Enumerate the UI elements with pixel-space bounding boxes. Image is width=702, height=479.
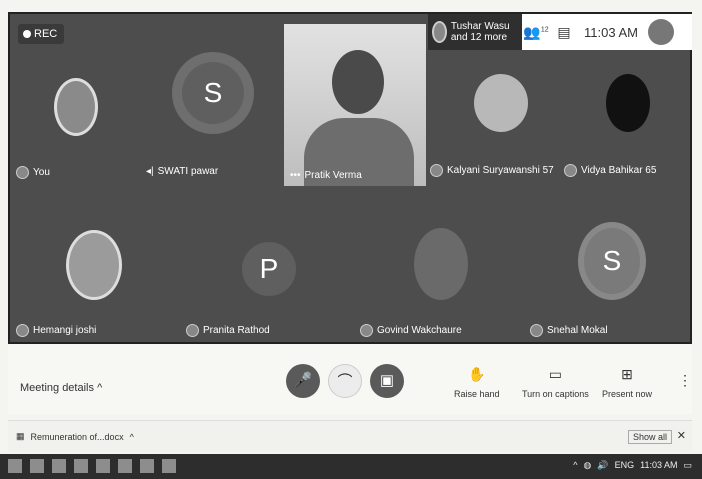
rec-label: REC [34, 28, 58, 40]
participant-photo [54, 78, 98, 136]
account-avatar[interactable] [648, 19, 674, 45]
participant-avatar-icon [432, 21, 447, 43]
phone-icon: ⌒ [337, 373, 353, 390]
download-item[interactable]: ▦ Remuneration of...docx ^ [16, 431, 134, 442]
participant-name: Pranita Rathod [186, 324, 270, 337]
mic-toggle-button[interactable]: 🎤 [286, 364, 320, 398]
mic-off-icon: 🎤 [293, 372, 313, 389]
raise-hand-button[interactable]: ✋ Raise hand [454, 366, 500, 399]
mic-icon [16, 166, 29, 179]
search-icon[interactable] [30, 459, 44, 473]
participants-pill[interactable]: Tushar Wasu and 12 more [428, 14, 522, 50]
volume-icon[interactable]: 🔊 [597, 460, 608, 471]
system-tray: ^ ◍ 🔊 ENG 11:03 AM ▭ [573, 460, 692, 471]
file-explorer-icon[interactable] [74, 459, 88, 473]
windows-taskbar: ^ ◍ 🔊 ENG 11:03 AM ▭ [0, 454, 702, 479]
audio-level-icon: ••• [290, 170, 301, 181]
mic-icon [16, 324, 29, 337]
more-vert-icon: ⋮ [678, 372, 692, 388]
participant-name: Snehal Mokal [530, 324, 608, 337]
participant-name: Hemangi joshi [16, 324, 96, 337]
audio-level-icon: ◂| [146, 166, 154, 177]
raise-hand-label: Raise hand [454, 389, 500, 399]
participant-name-label: SWATI pawar [157, 166, 219, 177]
app-icon[interactable] [140, 459, 154, 473]
participant-name-label: You [33, 167, 50, 178]
meeting-controls: Meeting details ^ 🎤 ⌒ ▣ ✋ Raise hand ▭ T… [8, 344, 692, 414]
participant-name: Kalyani Suryawanshi 57 [430, 164, 554, 177]
meeting-details-label: Meeting details [20, 382, 94, 394]
participants-pill-label: Tushar Wasu and 12 more [450, 21, 510, 43]
windows-start-icon[interactable] [8, 459, 22, 473]
video-person-head [332, 50, 384, 114]
hand-icon: ✋ [468, 366, 486, 382]
taskbar-clock[interactable]: 11:03 AM [640, 460, 677, 471]
video-tile: ••• Pratik Verma [284, 24, 426, 186]
meeting-time: 11:03 AM [584, 24, 638, 40]
close-downloads-icon[interactable]: ✕ [677, 429, 686, 442]
task-view-icon[interactable] [52, 459, 66, 473]
notifications-icon[interactable]: ▭ [683, 460, 692, 471]
meet-grid: REC Tushar Wasu and 12 more 👥12 ▤ 11:03 … [8, 12, 692, 344]
network-icon[interactable]: ◍ [584, 460, 592, 471]
record-dot-icon [23, 30, 31, 38]
participant-name: ◂| SWATI pawar [146, 166, 218, 177]
chrome-icon[interactable] [118, 459, 132, 473]
mail-icon[interactable] [96, 459, 110, 473]
recording-indicator: REC [18, 24, 64, 44]
participant-name-label: Govind Wakchaure [377, 325, 462, 336]
more-options-button[interactable]: ⋮ [678, 372, 692, 389]
participant-photo [414, 228, 468, 300]
participant-name: You [16, 166, 50, 179]
participant-letter-avatar: S [182, 62, 244, 124]
people-button[interactable]: 👥12 [522, 24, 550, 41]
present-button[interactable]: ⊞ Present now [602, 366, 652, 399]
participant-photo [606, 74, 650, 132]
participant-name: ••• Pratik Verma [290, 170, 362, 181]
mic-icon [360, 324, 373, 337]
people-count: 12 [540, 25, 549, 33]
participant-photo [66, 230, 122, 300]
taskbar-apps [8, 459, 176, 473]
participant-name-label: Pranita Rathod [203, 325, 270, 336]
top-bar: Tushar Wasu and 12 more 👥12 ▤ 11:03 AM [428, 14, 692, 50]
show-all-button[interactable]: Show all [627, 430, 672, 444]
camera-off-icon: ▣ [379, 372, 395, 389]
download-file-label: Remuneration of...docx [30, 431, 124, 442]
participant-photo [474, 74, 528, 132]
present-icon: ⊞ [621, 366, 633, 382]
participant-name: Govind Wakchaure [360, 324, 462, 337]
doc-icon: ▦ [16, 431, 25, 441]
tray-chevron-icon[interactable]: ^ [573, 460, 577, 471]
participant-name-label: Hemangi joshi [33, 325, 97, 336]
chevron-up-icon: ^ [97, 382, 103, 394]
mic-icon [530, 324, 543, 337]
participant-letter-avatar: S [584, 228, 640, 294]
captions-button[interactable]: ▭ Turn on captions [522, 366, 589, 399]
language-indicator[interactable]: ENG [615, 460, 635, 471]
chat-icon: ▤ [557, 23, 571, 40]
participant-name-label: Pratik Verma [304, 170, 362, 181]
participant-name-label: Kalyani Suryawanshi 57 [447, 165, 554, 176]
participant-letter-avatar: P [242, 242, 296, 296]
downloads-bar: ▦ Remuneration of...docx ^ Show all ✕ [8, 420, 692, 452]
app-icon[interactable] [162, 459, 176, 473]
participant-name-label: Vidya Bahikar 65 [581, 165, 657, 176]
mic-icon [186, 324, 199, 337]
leave-call-button[interactable]: ⌒ [328, 364, 362, 398]
captions-icon: ▭ [548, 366, 562, 382]
mic-icon [430, 164, 443, 177]
chat-button[interactable]: ▤ [550, 24, 578, 41]
present-label: Present now [602, 389, 653, 399]
participant-name: Vidya Bahikar 65 [564, 164, 656, 177]
meeting-details-button[interactable]: Meeting details ^ [20, 382, 102, 394]
chevron-up-icon: ^ [129, 431, 134, 442]
camera-toggle-button[interactable]: ▣ [370, 364, 404, 398]
people-icon: 👥 [523, 23, 541, 40]
captions-label: Turn on captions [522, 389, 589, 399]
participant-name-label: Snehal Mokal [547, 325, 608, 336]
screen: REC Tushar Wasu and 12 more 👥12 ▤ 11:03 … [0, 0, 702, 479]
mic-icon [564, 164, 577, 177]
